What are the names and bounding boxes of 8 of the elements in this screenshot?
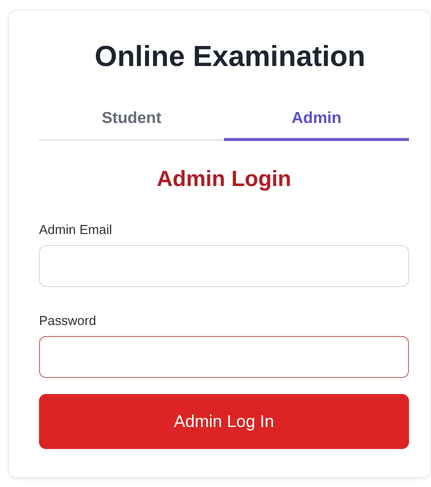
form-heading: Admin Login bbox=[156, 166, 292, 192]
login-button[interactable]: Admin Log In bbox=[39, 394, 409, 449]
input-field[interactable] bbox=[39, 336, 409, 378]
tab[interactable]: Student bbox=[39, 110, 224, 141]
field-label: Admin Email bbox=[39, 222, 113, 237]
field-label: Password bbox=[39, 313, 98, 328]
page-title: Online Examination bbox=[94, 41, 366, 74]
tab[interactable]: Admin bbox=[224, 110, 409, 141]
